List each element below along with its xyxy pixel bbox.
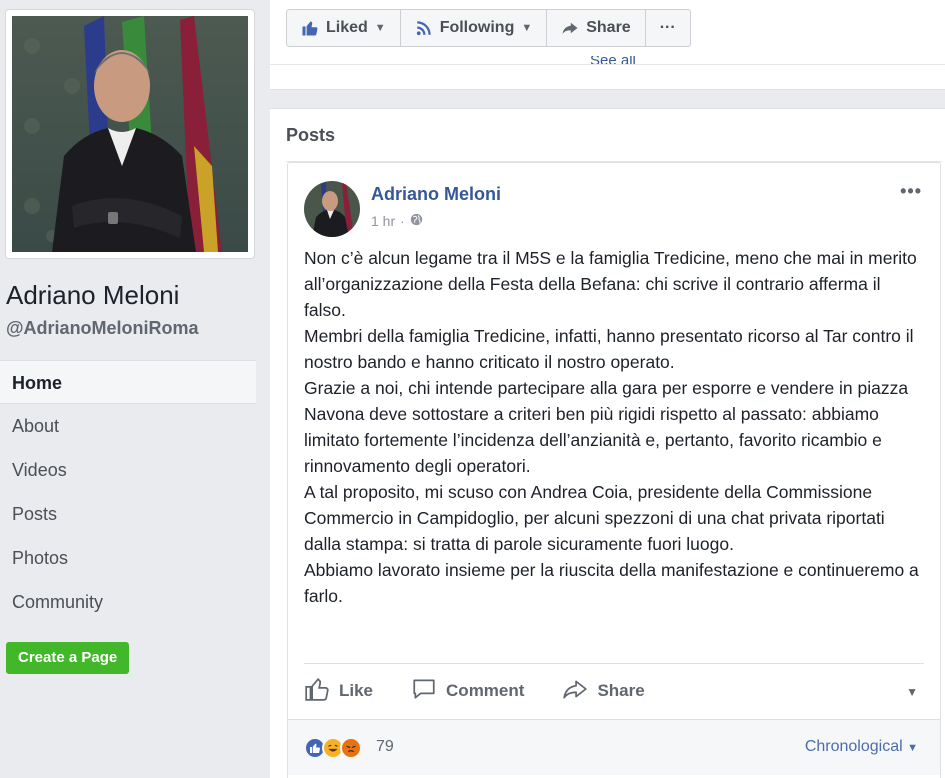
post-more-icon[interactable]: ••• — [900, 181, 922, 202]
caret-down-icon[interactable]: ▼ — [906, 685, 918, 699]
post-author[interactable]: Adriano Meloni — [371, 184, 501, 205]
share-icon — [562, 676, 588, 707]
nav-item-videos[interactable]: Videos — [0, 448, 256, 492]
comment-sort-dropdown[interactable]: Chronological ▼ — [805, 738, 918, 756]
comment-label: Comment — [446, 681, 525, 700]
like-label: Like — [339, 681, 374, 700]
reaction-count[interactable]: 79 — [376, 738, 394, 756]
liked-button[interactable]: Liked ▼ — [287, 10, 401, 46]
page-action-bar: Liked ▼ Following ▼ Share ··· — [286, 9, 691, 47]
share-button[interactable]: Share — [562, 676, 645, 707]
caret-down-icon: ▼ — [374, 22, 386, 34]
share-label: Share — [586, 19, 631, 36]
more-options-button[interactable]: ··· — [646, 10, 690, 46]
post-paragraph: Non c’è alcun legame tra il M5S e la fam… — [304, 248, 917, 320]
divider — [304, 663, 924, 664]
page-header-panel: Liked ▼ Following ▼ Share ··· See all — [270, 0, 945, 90]
post-timestamp[interactable]: 1 hr — [371, 213, 395, 229]
caret-down-icon: ▼ — [907, 742, 918, 754]
see-all-link[interactable]: See all — [590, 56, 636, 69]
comment-icon — [411, 676, 437, 707]
following-button[interactable]: Following ▼ — [401, 10, 548, 46]
reactions-bar: 79 Chronological ▼ — [288, 719, 940, 775]
create-page-button[interactable]: Create a Page — [6, 642, 130, 674]
comment-button[interactable]: Comment — [411, 676, 524, 707]
post-paragraph: A tal proposito, mi scuso con Andrea Coi… — [304, 482, 885, 554]
angry-reaction-icon — [340, 737, 362, 759]
nav-item-photos[interactable]: Photos — [0, 536, 256, 580]
avatar[interactable] — [304, 181, 360, 237]
like-button[interactable]: Like — [304, 676, 373, 707]
nav-item-about[interactable]: About — [0, 404, 256, 448]
caret-down-icon: ▼ — [521, 22, 533, 34]
nav-item-posts[interactable]: Posts — [0, 492, 256, 536]
post-body: Non c’è alcun legame tra il M5S e la fam… — [304, 245, 924, 609]
avatar-image — [304, 181, 360, 237]
profile-picture[interactable] — [6, 10, 254, 258]
share-page-button[interactable]: Share — [547, 10, 646, 46]
post-card: Adriano Meloni 1 hr · ••• Non c’è alcun … — [287, 162, 941, 778]
reaction-icons[interactable] — [304, 737, 362, 759]
thumbs-up-icon — [301, 19, 319, 37]
divider — [270, 64, 945, 65]
nav-item-community[interactable]: Community — [0, 580, 256, 624]
following-label: Following — [439, 19, 515, 36]
meta-separator: · — [400, 213, 405, 229]
post-paragraph: Membri della famiglia Tredicine, infatti… — [304, 326, 914, 372]
post-actions: Like Comment Share ▼ — [304, 669, 924, 713]
like-icon — [304, 676, 330, 707]
share-arrow-icon — [561, 19, 579, 37]
page-name[interactable]: Adriano Meloni — [6, 280, 179, 311]
left-sidebar: Adriano Meloni @AdrianoMeloniRoma Home A… — [0, 0, 268, 778]
share-label: Share — [597, 681, 645, 700]
globe-icon — [410, 213, 423, 229]
profile-photo-image — [12, 16, 248, 252]
liked-label: Liked — [326, 19, 368, 36]
page-nav: Home About Videos Posts Photos Community — [0, 360, 256, 624]
posts-section-title: Posts — [286, 125, 336, 145]
post-paragraph: Abbiamo lavorato insieme per la riuscita… — [304, 560, 919, 606]
page-handle[interactable]: @AdrianoMeloniRoma — [6, 318, 199, 339]
post-paragraph: Grazie a noi, chi intende partecipare al… — [304, 378, 909, 476]
more-dots-icon: ··· — [659, 19, 676, 36]
post-meta: 1 hr · — [371, 213, 423, 229]
sort-label: Chronological — [804, 738, 903, 755]
nav-item-home[interactable]: Home — [0, 360, 256, 404]
rss-icon — [415, 19, 433, 37]
